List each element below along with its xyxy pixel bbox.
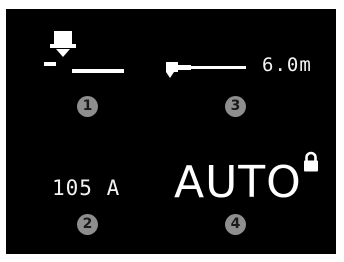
badge-3: 3 xyxy=(225,96,246,117)
mode-label: AUTO xyxy=(174,157,302,208)
lock-icon xyxy=(304,151,318,172)
badge-2: 2 xyxy=(77,214,98,235)
torch-height-icon xyxy=(44,31,124,73)
badge-4: 4 xyxy=(225,214,246,235)
display-screen: 6.0m 1 3 105 A AUTO 2 4 xyxy=(6,9,336,254)
distance-value: 6.0m xyxy=(262,54,312,76)
nozzle-distance-icon xyxy=(166,62,246,78)
current-value: 105 A xyxy=(52,176,121,200)
badge-1: 1 xyxy=(77,96,98,117)
